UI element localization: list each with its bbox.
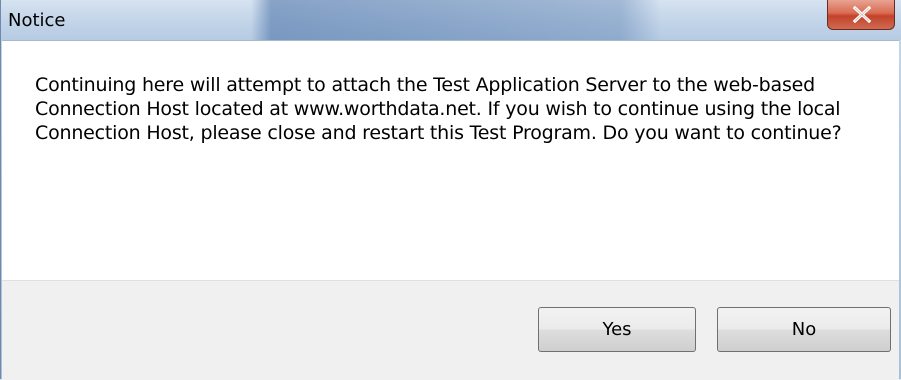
dialog-message: Continuing here will attempt to attach t… xyxy=(35,74,842,144)
window-title: Notice xyxy=(8,10,66,31)
close-button[interactable] xyxy=(827,0,895,30)
title-bar[interactable]: Notice xyxy=(1,0,901,40)
close-icon xyxy=(852,6,872,23)
notice-dialog-window: Notice Continuing here will attempt to a… xyxy=(0,0,901,380)
no-button[interactable]: No xyxy=(717,307,891,352)
yes-button[interactable]: Yes xyxy=(538,307,696,352)
